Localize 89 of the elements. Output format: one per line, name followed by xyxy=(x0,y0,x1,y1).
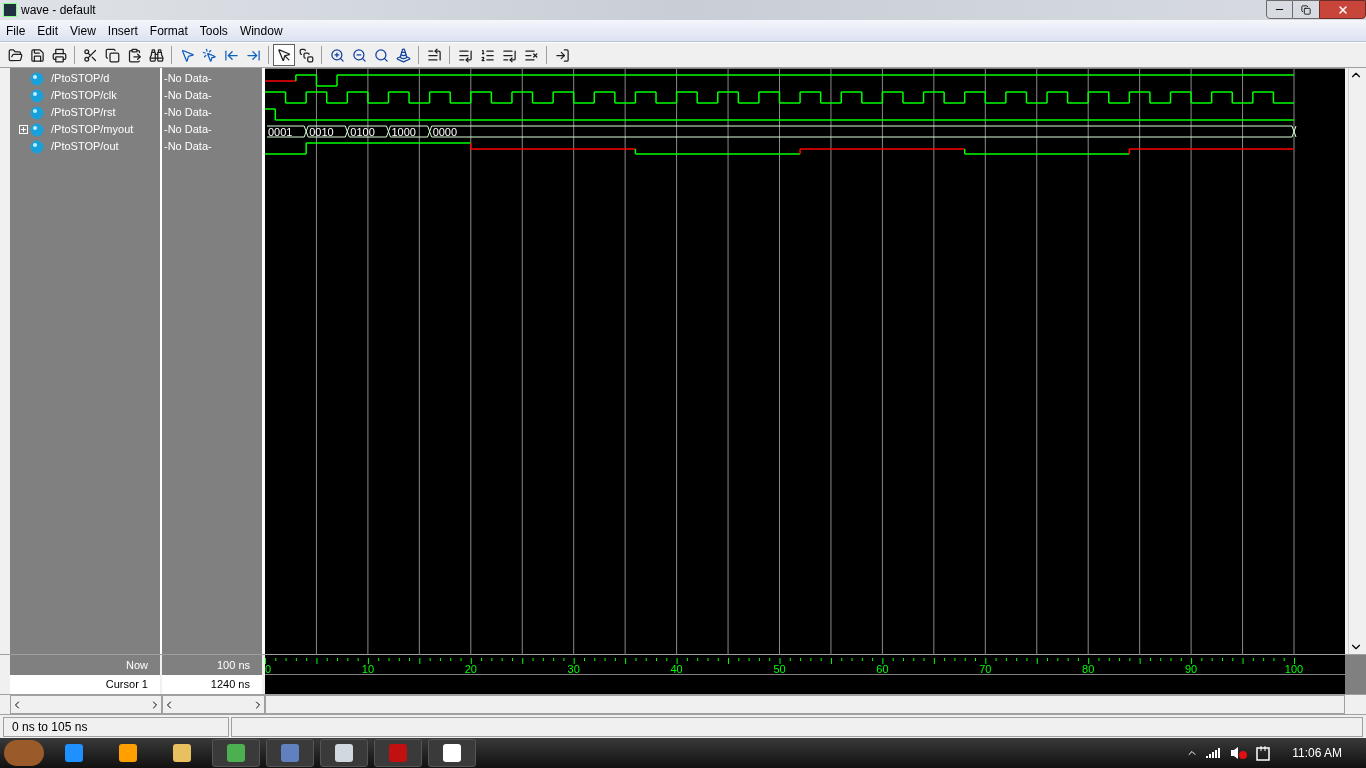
signal-value: -No Data- xyxy=(164,105,212,121)
time-label: 100 xyxy=(1284,663,1304,675)
app-icon xyxy=(173,744,191,762)
close-button[interactable] xyxy=(1319,0,1366,19)
signal-sphere-icon xyxy=(30,88,44,103)
time-label: 10 xyxy=(361,663,374,675)
signal-value: -No Data- xyxy=(164,71,212,87)
app-icon xyxy=(335,744,353,762)
stacked-squares-icon xyxy=(298,47,314,63)
minimize-button[interactable] xyxy=(1266,0,1293,19)
bus-value: 0100 xyxy=(350,126,375,138)
clock[interactable]: 11:06 AM xyxy=(1292,744,1342,762)
time-label: 30 xyxy=(567,663,580,675)
select-pointer-button[interactable] xyxy=(273,44,295,66)
zoom-in-icon xyxy=(329,47,345,63)
time-label: 70 xyxy=(979,663,992,675)
bus-value: 0010 xyxy=(309,126,334,138)
menu-item[interactable]: View xyxy=(64,21,102,40)
restore-icon xyxy=(1301,4,1311,15)
taskbar-app-button[interactable] xyxy=(320,739,368,767)
muted-speaker-icon[interactable] xyxy=(1230,746,1249,760)
list-top-icon xyxy=(426,47,442,63)
status-range: 0 ns to 105 ns xyxy=(3,716,229,737)
horizontal-scrollbar[interactable] xyxy=(162,695,265,714)
app-icon xyxy=(281,744,299,762)
signal-value: -No Data- xyxy=(164,88,212,104)
readout-label[interactable]: Cursor 1 xyxy=(10,674,160,694)
start-orb-icon[interactable] xyxy=(4,740,44,766)
folder-open-icon xyxy=(7,47,23,63)
list-bottom-icon xyxy=(501,47,517,63)
bus-value: 0001 xyxy=(268,126,293,138)
list-delete-icon xyxy=(523,47,539,63)
signal-value: -No Data- xyxy=(164,139,212,155)
pointer-icon xyxy=(179,47,195,63)
signal-bars-icon[interactable] xyxy=(1206,747,1223,759)
time-label: 20 xyxy=(464,663,477,675)
signal-sphere-icon xyxy=(30,105,44,120)
app-icon xyxy=(389,744,407,762)
readout-label[interactable]: Now xyxy=(10,655,160,675)
scissors-icon xyxy=(82,47,98,63)
readout-value: 100 ns xyxy=(162,655,262,675)
signal-name[interactable]: /PtoSTOP/out xyxy=(51,138,119,155)
paste-icon xyxy=(126,47,142,63)
time-label: 40 xyxy=(670,663,683,675)
taskbar-app-button[interactable] xyxy=(428,739,476,767)
time-label: 80 xyxy=(1082,663,1095,675)
close-icon xyxy=(1336,3,1349,16)
menu-item[interactable]: Edit xyxy=(31,21,65,40)
app-icon xyxy=(65,744,83,762)
menu-item[interactable]: File xyxy=(0,21,32,40)
menu-item[interactable]: Tools xyxy=(193,21,234,40)
app-icon xyxy=(443,744,461,762)
window-title: wave - default xyxy=(21,2,96,19)
signal-sphere-icon xyxy=(30,139,44,154)
signal-sphere-icon xyxy=(30,71,44,86)
signal-name[interactable]: /PtoSTOP/clk xyxy=(51,87,117,104)
app-icon xyxy=(3,3,17,17)
time-label: 60 xyxy=(876,663,889,675)
menu-item[interactable]: Window xyxy=(233,21,289,40)
signal-sphere-icon xyxy=(30,122,44,137)
readout-value: 1240 ns xyxy=(162,674,262,694)
signal-value: -No Data- xyxy=(164,122,212,138)
time-label: 50 xyxy=(773,663,786,675)
list-updown-icon xyxy=(479,47,495,63)
printer-icon xyxy=(51,47,67,63)
menu-item[interactable]: Format xyxy=(143,21,194,40)
app-icon xyxy=(227,744,245,762)
zoom-out-icon xyxy=(351,47,367,63)
time-scrollbar[interactable] xyxy=(265,695,1345,714)
signal-name[interactable]: /PtoSTOP/d xyxy=(51,70,110,87)
horizontal-scrollbar[interactable] xyxy=(10,695,162,714)
save-icon xyxy=(29,47,45,63)
bus-value: 0000 xyxy=(432,126,458,138)
time-label: 90 xyxy=(1184,663,1198,675)
list-down-icon xyxy=(457,47,473,63)
restore-button[interactable] xyxy=(1293,0,1319,19)
app-icon xyxy=(119,744,137,762)
expand-plus-icon[interactable] xyxy=(19,125,28,134)
pointer-cross-icon xyxy=(201,47,217,63)
binoculars-icon xyxy=(148,47,164,63)
time-label: 0 xyxy=(265,663,272,675)
select-pointer-icon xyxy=(276,47,292,63)
copy-icon xyxy=(104,47,120,63)
zoom-full-icon xyxy=(373,47,389,63)
bus-value: 1000 xyxy=(391,126,416,138)
arrow-in-icon xyxy=(554,47,570,63)
menu-item[interactable]: Insert xyxy=(101,21,144,40)
signal-name[interactable]: /PtoSTOP/rst xyxy=(51,104,116,121)
signal-name[interactable]: /PtoSTOP/myout xyxy=(51,121,134,138)
